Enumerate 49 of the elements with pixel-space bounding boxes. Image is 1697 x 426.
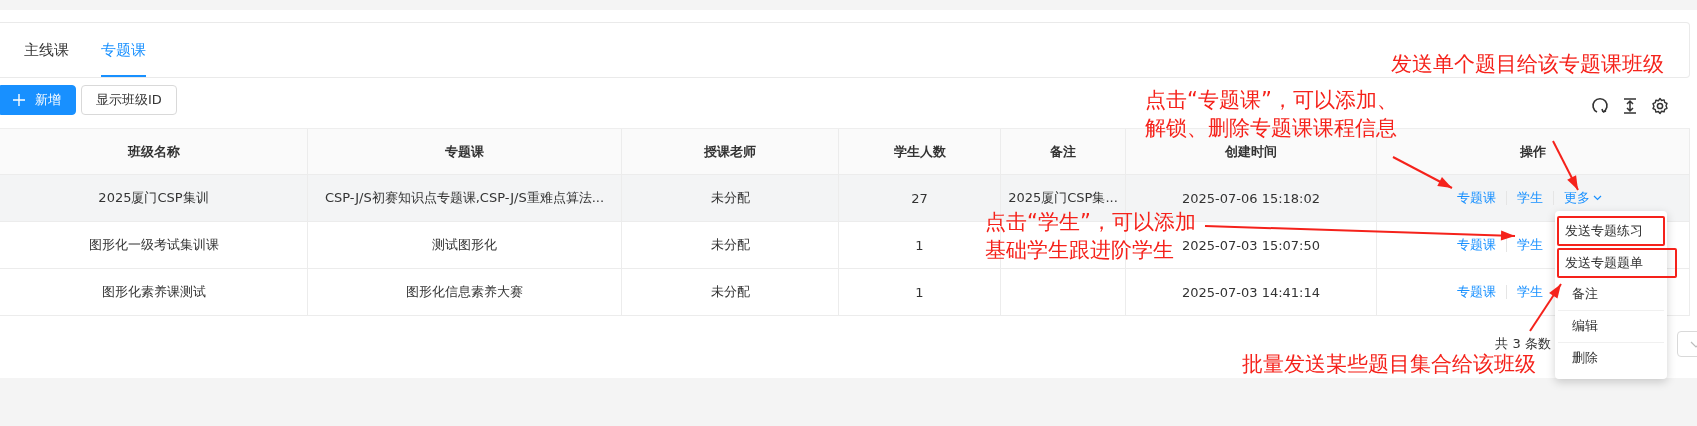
- column-height-icon[interactable]: [1621, 97, 1639, 115]
- menu-item[interactable]: 发送专题练习: [1557, 216, 1665, 246]
- plus-icon: [13, 94, 25, 106]
- table-cell: CSP-J/S初赛知识点专题课,CSP-J/S重难点算法...: [324, 189, 605, 207]
- annotation-arrow: [1552, 140, 1579, 191]
- tab[interactable]: 专题课: [101, 23, 146, 77]
- table-cell: 1: [915, 237, 924, 253]
- table-cell: 27: [911, 190, 928, 206]
- table-cell: 未分配: [710, 283, 750, 301]
- annotation-text: 批量发送某些题目集合给该班级: [1242, 351, 1536, 378]
- table-cell: 图形化素养课测试: [101, 283, 206, 301]
- table-cell: 1: [915, 284, 924, 300]
- table-cell: 测试图形化: [432, 236, 497, 254]
- column-header: 专题课: [308, 129, 622, 174]
- table-cell: 图形化信息素养大赛: [406, 283, 523, 301]
- table-cell: 未分配: [710, 236, 750, 254]
- annotation-text: 发送单个题目给该专题课班级: [1391, 51, 1664, 78]
- annotation-arrow: [1392, 156, 1453, 189]
- refresh-icon[interactable]: [1591, 97, 1609, 115]
- action-link[interactable]: 学生: [1517, 283, 1543, 301]
- action-link[interactable]: 专题课: [1457, 283, 1496, 301]
- add-button[interactable]: 新增: [0, 85, 76, 115]
- annotation-text: 点击“学生”，可以添加: [985, 209, 1196, 236]
- total-count: 共 3 条数: [1495, 335, 1551, 353]
- more-link[interactable]: 更多: [1564, 189, 1602, 207]
- action-link[interactable]: 专题课: [1457, 236, 1496, 254]
- show-id-button[interactable]: 显示班级ID: [81, 85, 177, 115]
- table-cell: 2025-07-03 14:41:14: [1181, 284, 1321, 300]
- column-header: 班级名称: [0, 129, 308, 174]
- table-cell: 2025-07-06 15:18:02: [1181, 190, 1321, 206]
- table-cell: 2025-07-03 15:07:50: [1181, 237, 1321, 253]
- action-link[interactable]: 专题课: [1457, 189, 1496, 207]
- menu-item[interactable]: 发送专题题单: [1557, 248, 1677, 278]
- column-header: 授课老师: [622, 129, 839, 174]
- column-header: 备注: [1001, 129, 1126, 174]
- annotation-text: 点击“专题课”，可以添加、: [1145, 87, 1398, 114]
- menu-item[interactable]: 删除: [1558, 343, 1664, 375]
- settings-icon[interactable]: [1651, 97, 1669, 115]
- action-link[interactable]: 学生: [1517, 236, 1543, 254]
- table-cell: 2025厦门CSP集训: [98, 189, 209, 207]
- table-cell: 未分配: [710, 189, 750, 207]
- table-cell: 2025厦门CSP集...: [1008, 189, 1118, 207]
- tab[interactable]: 主线课: [24, 23, 69, 77]
- annotation-arrow: [1529, 283, 1562, 332]
- menu-item[interactable]: 编辑: [1558, 311, 1664, 343]
- chevron-down-icon: [1593, 195, 1602, 201]
- action-link[interactable]: 学生: [1517, 189, 1543, 207]
- column-header: 学生人数: [839, 129, 1001, 174]
- table-cell: 图形化一级考试集训课: [88, 236, 219, 254]
